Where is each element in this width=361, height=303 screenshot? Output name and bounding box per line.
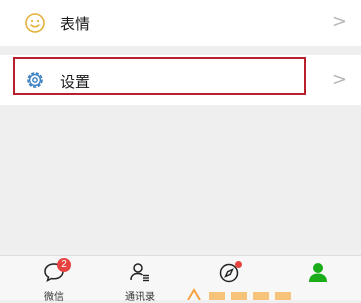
smile-icon — [25, 13, 45, 33]
chevron-right-icon: > — [331, 11, 347, 32]
tab-chats[interactable]: 2 微信 — [24, 256, 84, 303]
contacts-icon — [130, 263, 149, 282]
person-icon — [309, 263, 327, 282]
tab-bar: 2 微信 通讯录 — [0, 255, 361, 303]
chevron-right-icon: > — [331, 69, 347, 90]
highlight-box — [13, 57, 306, 95]
tab-contacts[interactable]: 通讯录 — [110, 256, 170, 303]
tab-label: 微信 — [44, 292, 64, 303]
watermark-graphic — [187, 288, 291, 300]
unread-badge: 2 — [57, 258, 71, 272]
menu-item-label: 表情 — [60, 15, 91, 33]
tab-label: 通讯录 — [125, 292, 155, 303]
notification-dot — [235, 261, 242, 268]
menu-item-emoji[interactable]: 表情 > — [0, 0, 361, 46]
